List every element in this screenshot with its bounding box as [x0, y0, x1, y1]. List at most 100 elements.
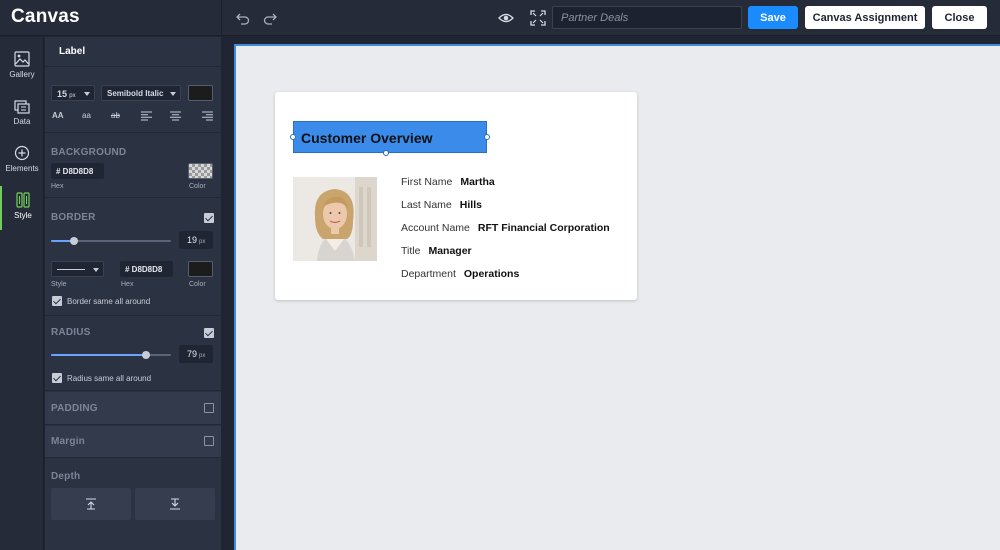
- uppercase-button[interactable]: AA: [52, 111, 64, 120]
- margin-section[interactable]: Margin: [45, 426, 221, 458]
- gallery-icon: [14, 51, 30, 67]
- color-label: Color: [189, 183, 206, 190]
- redo-icon[interactable]: [262, 10, 278, 26]
- resize-handle-left[interactable]: [290, 134, 296, 140]
- send-backward-icon: [170, 498, 180, 510]
- line-style-icon: [57, 269, 85, 270]
- fullscreen-icon[interactable]: [530, 10, 546, 26]
- field-value: Manager: [428, 245, 472, 257]
- font-weight-value: Semibold Italic: [107, 89, 164, 98]
- font-weight-select[interactable]: Semibold Italic: [101, 85, 181, 101]
- border-color-swatch[interactable]: [188, 261, 213, 277]
- radius-slider-handle[interactable]: [142, 351, 150, 359]
- canvas-name-input[interactable]: [552, 6, 742, 29]
- field-value: Operations: [463, 268, 520, 280]
- elements-icon: [14, 145, 30, 161]
- radius-same-checkbox[interactable]: [52, 373, 62, 383]
- save-button[interactable]: Save: [748, 6, 798, 29]
- padding-title: PADDING: [51, 403, 98, 414]
- radius-enabled-checkbox[interactable]: [204, 328, 214, 338]
- close-button[interactable]: Close: [932, 6, 987, 29]
- rail-label: Gallery: [9, 70, 35, 79]
- border-hex-input[interactable]: # D8D8D8: [120, 261, 173, 277]
- panel-title: Label: [45, 37, 221, 67]
- field-row-account-name[interactable]: Account Name RFT Financial Corporation: [401, 222, 610, 245]
- canvas-assignment-button[interactable]: Canvas Assignment: [805, 6, 925, 29]
- padding-section[interactable]: PADDING: [45, 392, 221, 425]
- radius-value: 79: [187, 349, 198, 359]
- strikethrough-button[interactable]: ab: [111, 111, 120, 120]
- border-title: BORDER: [51, 212, 96, 223]
- field-row-title[interactable]: Title Manager: [401, 245, 610, 268]
- text-section: 15 px Semibold Italic AA aa ab: [45, 68, 221, 133]
- background-hex-input[interactable]: # D8D8D8: [51, 163, 104, 179]
- rail-label: Elements: [5, 164, 39, 173]
- field-key: Title: [401, 245, 421, 257]
- border-width-input[interactable]: 19 px: [179, 231, 213, 249]
- field-row-department[interactable]: Department Operations: [401, 268, 610, 291]
- margin-title: Margin: [51, 436, 85, 447]
- border-same-label: Border same all around: [67, 297, 151, 306]
- align-left-icon[interactable]: [141, 111, 152, 121]
- data-icon: [14, 100, 30, 114]
- app-logo: Canvas: [11, 6, 80, 27]
- preview-eye-icon[interactable]: [498, 11, 514, 25]
- border-style-select[interactable]: [51, 261, 104, 277]
- text-color-swatch[interactable]: [188, 85, 213, 101]
- resize-handle-bottom[interactable]: [383, 150, 389, 156]
- font-size-unit: px: [69, 93, 76, 99]
- canvas-stage: Customer Overview First Name Martha Last…: [222, 37, 1000, 550]
- chevron-down-icon: [93, 268, 99, 272]
- bring-forward-icon: [86, 498, 96, 510]
- top-bar: Canvas Save Canvas Assignment Close: [0, 0, 1000, 36]
- resize-handle-right[interactable]: [484, 134, 490, 140]
- margin-checkbox[interactable]: [204, 436, 214, 446]
- font-size-value: 15: [57, 89, 68, 99]
- field-value: Hills: [459, 199, 482, 211]
- rail-item-gallery[interactable]: Gallery: [0, 45, 44, 89]
- field-key: First Name: [401, 176, 453, 188]
- field-row-first-name[interactable]: First Name Martha: [401, 176, 610, 199]
- radius-slider[interactable]: [51, 351, 171, 359]
- radius-same-label: Radius same all around: [67, 374, 152, 383]
- border-slider-handle[interactable]: [70, 237, 78, 245]
- style-label: Style: [51, 281, 67, 288]
- border-slider[interactable]: [51, 237, 171, 245]
- style-icon: [16, 192, 30, 208]
- portrait-image: [293, 177, 377, 261]
- profile-photo: [293, 177, 377, 261]
- field-row-last-name[interactable]: Last Name Hills: [401, 199, 610, 222]
- field-list: First Name Martha Last Name Hills Account …: [401, 176, 610, 291]
- padding-checkbox[interactable]: [204, 403, 214, 413]
- border-same-checkbox[interactable]: [52, 296, 62, 306]
- align-center-icon[interactable]: [170, 111, 181, 121]
- border-section: BORDER 19 px Style # D8D8D8 Hex Color Bor…: [45, 199, 221, 316]
- rail-label: Style: [14, 211, 32, 220]
- design-canvas[interactable]: Customer Overview First Name Martha Last…: [234, 44, 1000, 550]
- rail-item-style[interactable]: Style: [0, 186, 44, 230]
- lowercase-button[interactable]: aa: [82, 111, 91, 120]
- card-title: Customer Overview: [301, 130, 433, 146]
- font-size-select[interactable]: 15 px: [51, 85, 95, 101]
- left-rail: Gallery Data Elements Style: [0, 37, 44, 550]
- radius-input[interactable]: 79 px: [179, 345, 213, 363]
- rail-label: Data: [13, 117, 31, 126]
- customer-card[interactable]: Customer Overview First Name Martha Last…: [275, 92, 637, 300]
- bring-forward-button[interactable]: [51, 488, 131, 520]
- background-color-swatch[interactable]: [188, 163, 213, 179]
- selected-label-element[interactable]: Customer Overview: [293, 121, 487, 153]
- align-right-icon[interactable]: [202, 111, 213, 121]
- depth-title: Depth: [51, 471, 81, 482]
- rail-item-data[interactable]: Data: [0, 92, 44, 136]
- properties-panel: Label 15 px Semibold Italic AA aa ab BAC…: [45, 37, 221, 550]
- send-backward-button[interactable]: [135, 488, 215, 520]
- color-label: Color: [189, 281, 206, 288]
- radius-section: RADIUS 79 px Radius same all around: [45, 317, 221, 391]
- divider: [221, 0, 222, 36]
- radius-unit: px: [199, 353, 206, 359]
- radius-title: RADIUS: [51, 327, 91, 338]
- chevron-down-icon: [84, 92, 90, 96]
- border-enabled-checkbox[interactable]: [204, 213, 214, 223]
- rail-item-elements[interactable]: Elements: [0, 139, 44, 183]
- undo-icon[interactable]: [235, 10, 251, 26]
